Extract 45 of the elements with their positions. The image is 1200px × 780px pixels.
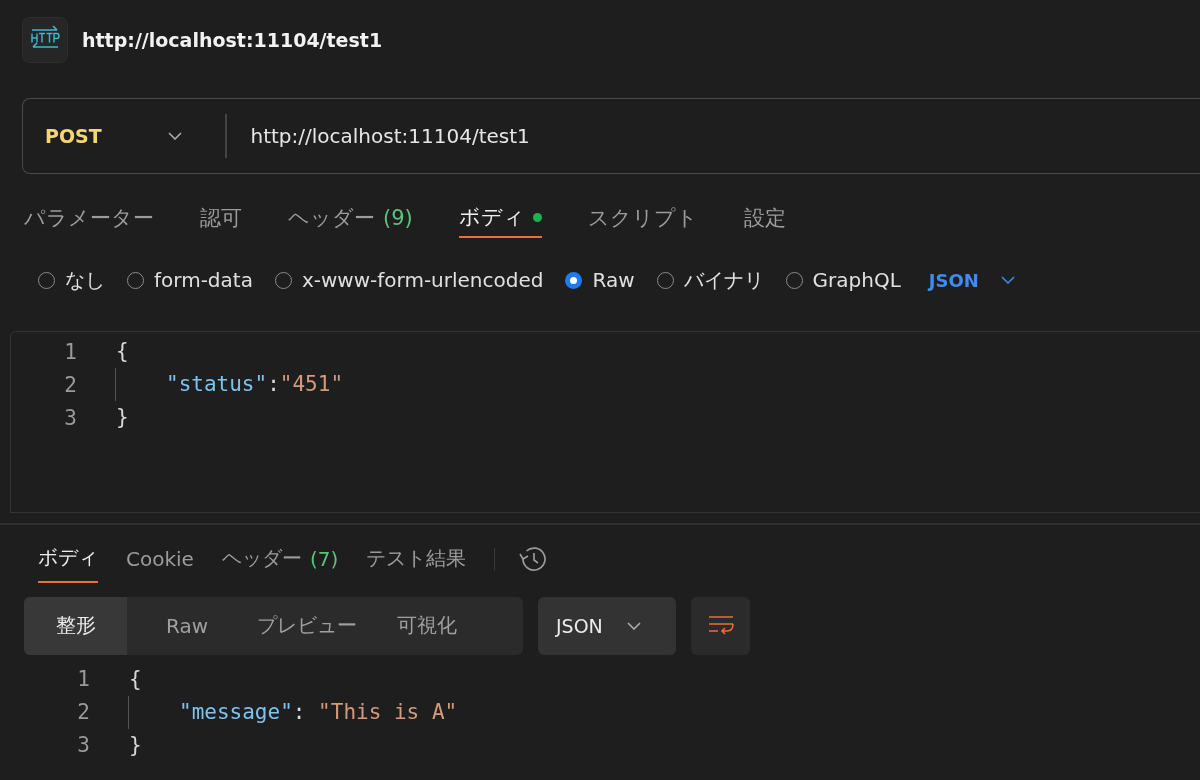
view-mode-tab[interactable]: プレビュー bbox=[247, 596, 367, 655]
tab[interactable]: 認可 bbox=[200, 198, 242, 238]
url-input[interactable]: http://localhost:11104/test1 bbox=[250, 124, 951, 148]
code-line: } bbox=[128, 731, 142, 759]
view-mode-tab[interactable]: Raw bbox=[127, 596, 247, 655]
view-mode-tab[interactable]: 整形 bbox=[24, 596, 127, 655]
radio-label: x-www-form-urlencoded bbox=[301, 268, 544, 292]
line-number: 2 bbox=[76, 700, 90, 724]
tab[interactable]: パラメーター bbox=[24, 198, 154, 238]
tab[interactable]: ヘッダー (7) bbox=[221, 534, 339, 583]
chevron-down-icon bbox=[1000, 276, 1015, 284]
radio-label: なし bbox=[65, 266, 105, 294]
code-line: { bbox=[115, 338, 129, 365]
tab[interactable]: スクリプト bbox=[587, 198, 698, 238]
format-dropdown[interactable]: JSON bbox=[538, 596, 676, 655]
tab[interactable]: ヘッダー (9) bbox=[288, 198, 413, 238]
radio-label: Raw bbox=[592, 268, 635, 292]
wrap-button[interactable] bbox=[691, 596, 750, 655]
format-dropdown[interactable]: JSON bbox=[928, 269, 1015, 291]
radio-label: GraphQL bbox=[812, 268, 901, 292]
line-number: 1 bbox=[76, 667, 90, 691]
chevron-down-icon bbox=[167, 132, 182, 140]
wrap-lines-icon bbox=[707, 614, 734, 637]
tab[interactable]: ボディ bbox=[38, 534, 98, 583]
tab[interactable]: Cookie bbox=[126, 534, 194, 583]
line-number: 3 bbox=[63, 405, 77, 430]
method-dropdown[interactable]: POST bbox=[23, 125, 225, 147]
http-icon bbox=[22, 17, 68, 63]
line-number: 2 bbox=[63, 372, 77, 397]
line-number: 1 bbox=[63, 339, 77, 364]
line-number: 3 bbox=[76, 733, 90, 757]
code-line: "status":"451" bbox=[115, 368, 344, 401]
tab[interactable]: ボディ bbox=[458, 198, 542, 238]
tab[interactable]: 設定 bbox=[743, 198, 786, 238]
request-title: http://localhost:11104/test1 bbox=[82, 29, 383, 51]
radio-label: form-data bbox=[154, 268, 253, 292]
code-line: } bbox=[115, 404, 129, 431]
chevron-down-icon bbox=[626, 621, 641, 630]
request-body-editor[interactable]: 1 { 2 "status":"451" 3 } bbox=[10, 331, 1200, 513]
code-line: { bbox=[128, 665, 142, 693]
radio-button[interactable] bbox=[565, 271, 583, 289]
radio-label: バイナリ bbox=[683, 266, 764, 294]
tab[interactable]: テスト結果 bbox=[366, 534, 467, 583]
view-mode-tab[interactable]: 可視化 bbox=[367, 596, 487, 655]
code-line: "message": "This is A" bbox=[128, 695, 458, 729]
